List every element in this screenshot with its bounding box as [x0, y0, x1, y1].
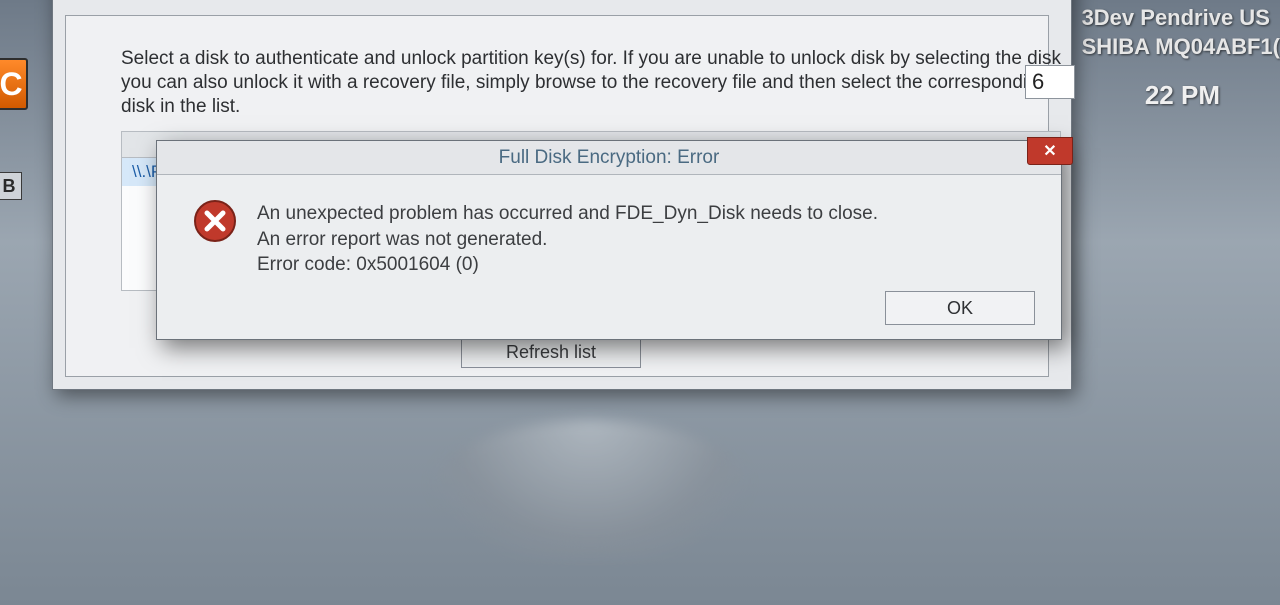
- desktop-item-toshiba: SHIBA MQ04ABF1(: [1082, 33, 1280, 62]
- refresh-list-button[interactable]: Refresh list: [461, 336, 641, 368]
- error-line-1: An unexpected problem has occurred and F…: [257, 201, 1031, 227]
- background-laptop-edge: [430, 420, 750, 560]
- desktop-icon-labels: 3Dev Pendrive US SHIBA MQ04ABF1(: [1082, 0, 1280, 61]
- error-dialog-title: Full Disk Encryption: Error: [499, 147, 720, 169]
- error-icon: [193, 199, 237, 243]
- left-cropped-icon-c: C: [0, 58, 28, 110]
- error-footer: OK: [885, 291, 1035, 325]
- left-cropped-icon-b: B: [0, 172, 22, 200]
- ok-button[interactable]: OK: [885, 291, 1035, 325]
- error-line-2: An error report was not generated.: [257, 227, 1031, 253]
- desktop-item-pendrive: 3Dev Pendrive US: [1082, 4, 1280, 33]
- recovery-input-field[interactable]: [1025, 65, 1075, 99]
- close-button[interactable]: ✕: [1027, 137, 1073, 165]
- error-dialog: Full Disk Encryption: Error ✕ An unexpec…: [156, 140, 1062, 340]
- error-body: An unexpected problem has occurred and F…: [157, 175, 1061, 295]
- disk-select-instructions: Select a disk to authenticate and unlock…: [121, 47, 1061, 118]
- error-line-3: Error code: 0x5001604 (0): [257, 252, 1031, 278]
- close-icon: ✕: [1043, 141, 1056, 161]
- desktop-clock: 22 PM: [1145, 80, 1220, 111]
- error-titlebar[interactable]: Full Disk Encryption: Error ✕: [157, 141, 1061, 175]
- error-message: An unexpected problem has occurred and F…: [257, 201, 1031, 278]
